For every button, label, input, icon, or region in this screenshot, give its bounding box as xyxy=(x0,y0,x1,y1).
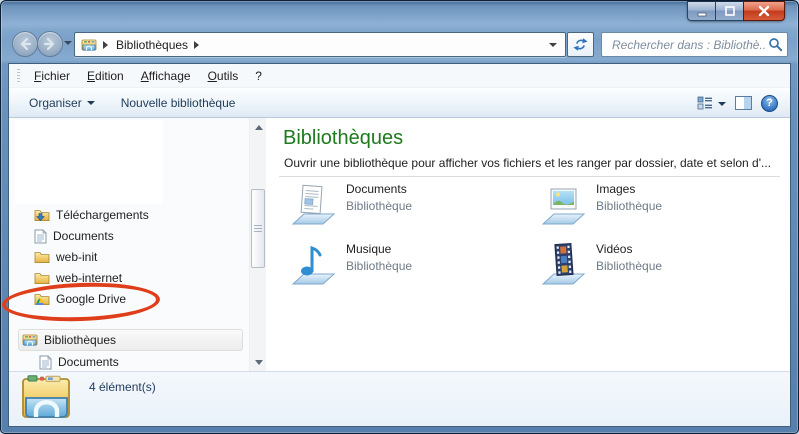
recent-pages-dropdown[interactable] xyxy=(64,41,72,49)
explorer-window: Bibliothèques Fichier Edition xyxy=(0,0,799,434)
page-subtitle: Ouvrir une bibliothèque pour afficher vo… xyxy=(284,156,771,170)
library-panel: Bibliothèques Ouvrir une bibliothèque po… xyxy=(266,118,790,371)
music-library-icon xyxy=(290,242,336,288)
sidebar-item-label: Documents xyxy=(53,229,114,243)
forward-button[interactable] xyxy=(37,31,63,57)
sidebar-item-documents-library[interactable]: Documents xyxy=(39,352,119,372)
sidebar-item-label: Documents xyxy=(58,355,119,369)
tile-type: Bibliothèque xyxy=(346,259,412,273)
sidebar-item-bibliotheques[interactable]: Bibliothèques xyxy=(22,330,116,350)
search-box xyxy=(601,32,788,57)
navigation-bar: Bibliothèques xyxy=(0,28,799,63)
back-button[interactable] xyxy=(12,31,38,57)
breadcrumb-arrow-icon xyxy=(103,41,112,49)
library-tile-videos[interactable]: Vidéos Bibliothèque xyxy=(540,242,662,288)
maximize-icon xyxy=(724,5,736,17)
refresh-button[interactable] xyxy=(567,32,594,57)
folder-icon xyxy=(34,250,50,264)
arrow-right-icon xyxy=(41,35,59,53)
sidebar-item-label: Téléchargements xyxy=(56,208,149,222)
tile-type: Bibliothèque xyxy=(346,199,412,213)
sidebar-item-label: Google Drive xyxy=(56,292,126,306)
search-input[interactable] xyxy=(610,37,768,53)
new-library-button[interactable]: Nouvelle bibliothèque xyxy=(121,96,236,110)
preview-pane-icon[interactable] xyxy=(735,96,752,110)
divider xyxy=(279,176,780,177)
menu-help[interactable]: ? xyxy=(255,69,262,83)
help-icon[interactable]: ? xyxy=(761,95,778,112)
address-dropdown-icon[interactable] xyxy=(549,43,557,51)
scroll-up-button[interactable] xyxy=(250,118,267,135)
library-tile-musique[interactable]: Musique Bibliothèque xyxy=(290,242,412,288)
menu-affichage[interactable]: Affichage xyxy=(141,69,191,83)
sidebar-item-telechargements[interactable]: Téléchargements xyxy=(34,205,149,225)
tile-type: Bibliothèque xyxy=(596,259,662,273)
menu-fichier[interactable]: Fichier xyxy=(34,69,70,83)
content-area: Téléchargements Documents web-init xyxy=(9,118,790,371)
sidebar-item-web-init[interactable]: web-init xyxy=(34,247,97,267)
tile-name: Documents xyxy=(346,182,412,196)
chevron-down-icon xyxy=(87,101,95,109)
blank-region xyxy=(15,120,163,204)
views-icon[interactable] xyxy=(697,96,713,110)
sidebar-item-label: web-init xyxy=(56,250,97,264)
tile-name: Vidéos xyxy=(596,242,662,256)
document-icon xyxy=(34,229,47,244)
magnifier-icon[interactable] xyxy=(768,37,783,52)
toolbar-grip xyxy=(17,69,20,83)
breadcrumb-libraries[interactable]: Bibliothèques xyxy=(116,38,188,52)
scroll-down-button[interactable] xyxy=(250,354,267,371)
window-controls xyxy=(687,1,785,21)
sidebar-scrollbar[interactable] xyxy=(249,118,266,371)
google-drive-folder-icon xyxy=(34,292,50,306)
minimize-button[interactable] xyxy=(687,1,715,21)
folder-icon xyxy=(34,271,50,285)
close-icon xyxy=(757,5,771,17)
folder-download-icon xyxy=(34,208,50,222)
arrow-left-icon xyxy=(16,35,34,53)
close-button[interactable] xyxy=(743,1,785,21)
views-dropdown-icon[interactable] xyxy=(718,102,726,110)
command-bar: Organiser Nouvelle bibliothèque ? xyxy=(9,88,790,118)
document-icon xyxy=(39,355,52,370)
sidebar-item-google-drive[interactable]: Google Drive xyxy=(34,289,126,309)
sidebar-item-label: Bibliothèques xyxy=(44,333,116,347)
details-pane: 4 élément(s) xyxy=(9,371,790,426)
libraries-folder-icon xyxy=(81,38,97,52)
page-title: Bibliothèques xyxy=(283,127,403,150)
libraries-large-icon xyxy=(19,373,77,432)
menu-bar: Fichier Edition Affichage Outils ? xyxy=(9,64,790,88)
documents-library-icon xyxy=(290,182,336,228)
window-content-frame: Fichier Edition Affichage Outils ? Organ… xyxy=(8,63,791,427)
organize-label: Organiser xyxy=(29,96,82,110)
menu-edition[interactable]: Edition xyxy=(87,69,124,83)
breadcrumb-arrow-icon[interactable] xyxy=(194,41,203,49)
sidebar-item-web-internet[interactable]: web-internet xyxy=(34,268,122,288)
minimize-icon xyxy=(696,5,708,17)
tile-name: Images xyxy=(596,182,662,196)
new-library-label: Nouvelle bibliothèque xyxy=(121,96,236,110)
library-tile-images[interactable]: Images Bibliothèque xyxy=(540,182,662,228)
sidebar-item-documents[interactable]: Documents xyxy=(34,226,114,246)
libraries-icon xyxy=(22,333,38,347)
tile-name: Musique xyxy=(346,242,412,256)
refresh-icon xyxy=(573,37,588,52)
tile-type: Bibliothèque xyxy=(596,199,662,213)
library-tile-documents[interactable]: Documents Bibliothèque xyxy=(290,182,412,228)
address-bar[interactable]: Bibliothèques xyxy=(74,32,566,57)
item-count: 4 élément(s) xyxy=(89,380,156,394)
menu-outils[interactable]: Outils xyxy=(208,69,239,83)
navigation-pane: Téléchargements Documents web-init xyxy=(9,118,249,371)
images-library-icon xyxy=(540,182,586,228)
scrollbar-thumb[interactable] xyxy=(251,189,265,268)
organize-button[interactable]: Organiser xyxy=(29,96,95,110)
maximize-button[interactable] xyxy=(715,1,743,21)
videos-library-icon xyxy=(540,242,586,288)
sidebar-item-label: web-internet xyxy=(56,271,122,285)
